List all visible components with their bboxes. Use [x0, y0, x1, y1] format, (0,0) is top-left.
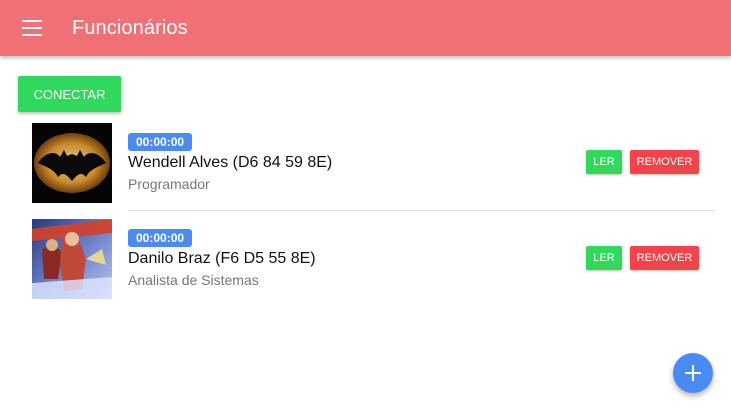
remove-button[interactable]: REMOVER: [630, 246, 699, 270]
employee-role: Programador: [128, 176, 210, 192]
employee-photo: [32, 219, 112, 299]
timer-badge: 00:00:00: [128, 133, 193, 151]
remove-button[interactable]: REMOVER: [630, 150, 699, 174]
app-toolbar: Funcionários: [0, 0, 731, 56]
employee-name: Danilo Braz (F6 D5 55 8E): [128, 250, 316, 267]
read-button[interactable]: LER: [586, 150, 622, 174]
employee-name: Wendell Alves (D6 84 59 8E): [128, 154, 333, 171]
list-item: 00:00:00 Danilo Braz (F6 D5 55 8E) Anali…: [0, 219, 731, 315]
menu-icon[interactable]: [22, 20, 42, 36]
page-title: Funcionários: [72, 16, 188, 39]
plus-icon: [685, 365, 701, 381]
read-button[interactable]: LER: [586, 246, 622, 270]
timer-badge: 00:00:00: [128, 229, 193, 247]
employee-photo: [32, 123, 112, 203]
add-button[interactable]: [673, 353, 713, 393]
divider: [128, 210, 715, 211]
list-item: 00:00:00 Wendell Alves (D6 84 59 8E) Pro…: [0, 123, 731, 219]
connect-button[interactable]: CONECTAR: [18, 76, 121, 112]
employee-role: Analista de Sistemas: [128, 272, 259, 288]
